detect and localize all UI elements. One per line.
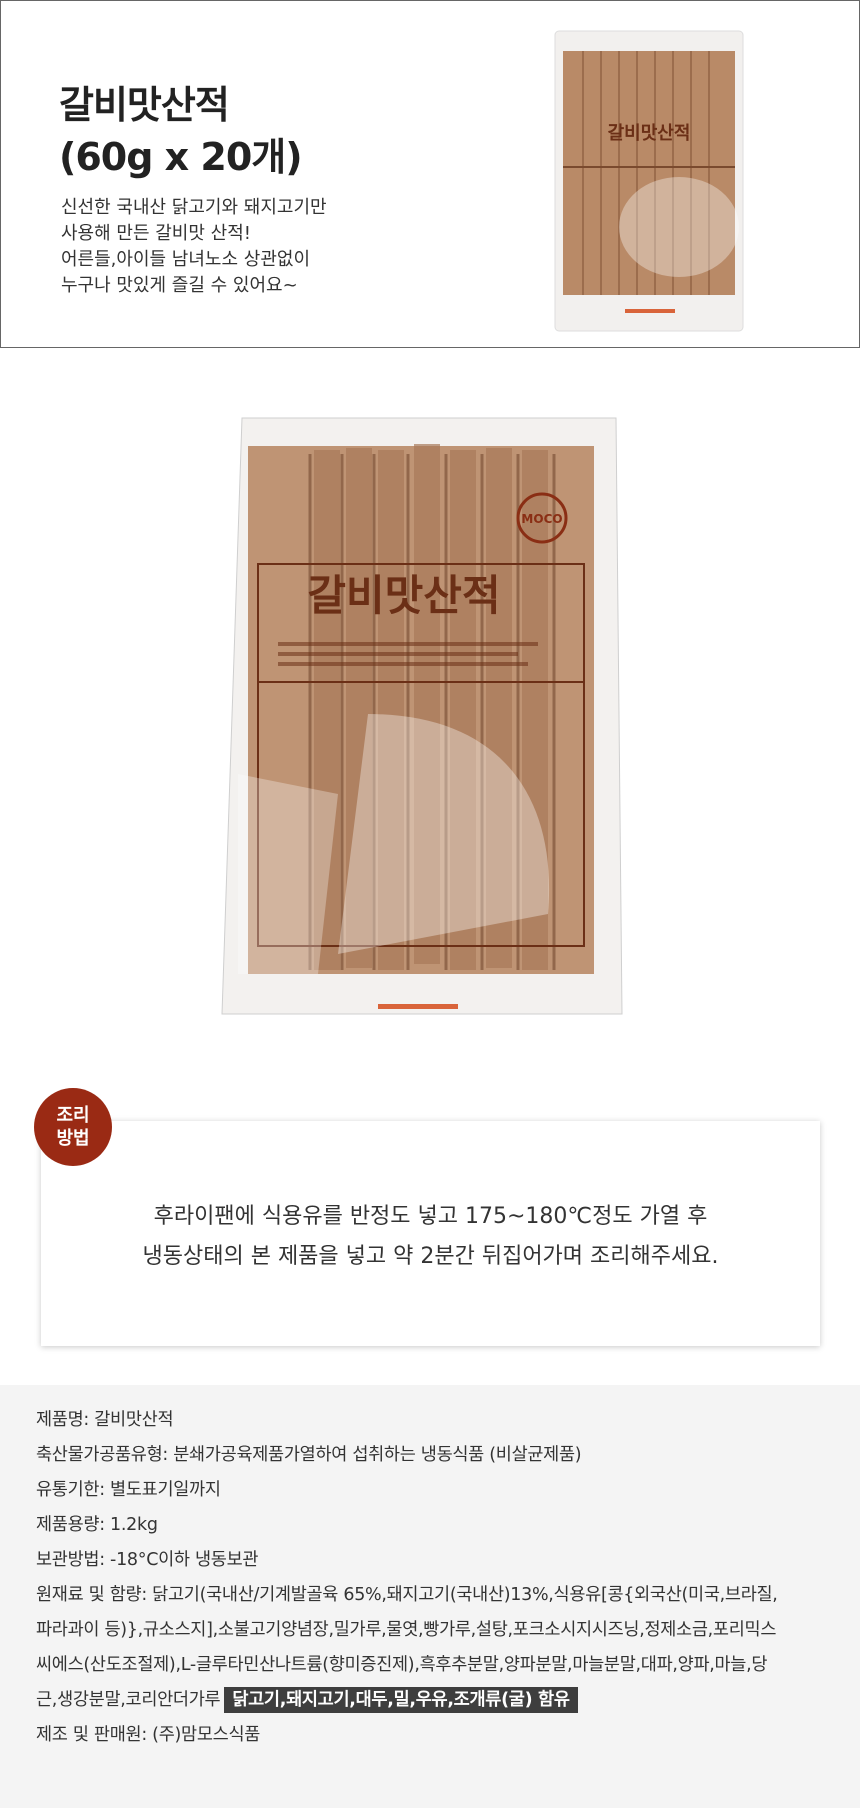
product-description: 신선한 국내산 닭고기와 돼지고기만 사용해 만든 갈비맛 산적! 어른들,아이… bbox=[61, 195, 327, 299]
product-title-spec: (60g x 20개) bbox=[59, 135, 303, 179]
description-line: 사용해 만든 갈비맛 산적! bbox=[61, 223, 251, 244]
info-ingredients-line: 원재료 및 함량: 닭고기(국내산/기계발골육 65%,돼지고기(국내산)13%… bbox=[36, 1585, 778, 1605]
badge-line: 방법 bbox=[56, 1128, 90, 1149]
info-product-type: 축산물가공품유형: 분쇄가공육제품가열하여 섭취하는 냉동식품 (비살균제품) bbox=[36, 1445, 582, 1465]
cooking-instructions: 후라이팬에 식용유를 반정도 넣고 175~180℃정도 가열 후 냉동상태의 … bbox=[41, 1197, 820, 1277]
info-ingredients-line: 씨에스(산도조절제),L-글루타민산나트륨(향미증진제),흑후추분말,양파분말,… bbox=[36, 1655, 768, 1675]
info-ingredients-line: 파라과이 등)},규소스지],소불고기양념장,밀가루,물엿,빵가루,설탕,포크소… bbox=[36, 1620, 777, 1640]
info-volume: 제품용량: 1.2kg bbox=[36, 1515, 158, 1535]
product-header: 갈비맛산적 (60g x 20개) 신선한 국내산 닭고기와 돼지고기만 사용해… bbox=[0, 0, 860, 348]
product-photo-small: 갈비맛산적 bbox=[554, 30, 744, 332]
instruction-line: 냉동상태의 본 제품을 넣고 약 2분간 뒤집어가며 조리해주세요. bbox=[142, 1244, 719, 1269]
ingredients-tail: 근,생강분말,코리안더가루 bbox=[36, 1690, 221, 1710]
package-label: 갈비맛산적 bbox=[608, 122, 691, 144]
info-product-name: 제품명: 갈비맛산적 bbox=[36, 1410, 174, 1430]
package-label: 갈비맛산적 bbox=[307, 571, 500, 620]
cooking-method-badge: 조리 방법 bbox=[34, 1088, 112, 1166]
info-expiry: 유통기한: 별도표기일까지 bbox=[36, 1480, 221, 1500]
brand-logo-text: MOCO bbox=[521, 512, 562, 526]
info-manufacturer: 제조 및 판매원: (주)맘모스식품 bbox=[36, 1725, 261, 1745]
cooking-instructions-card: 후라이팬에 식용유를 반정도 넣고 175~180℃정도 가열 후 냉동상태의 … bbox=[41, 1121, 820, 1346]
info-storage: 보관방법: -18°C이하 냉동보관 bbox=[36, 1550, 259, 1570]
product-info-section: 제품명: 갈비맛산적 축산물가공품유형: 분쇄가공육제품가열하여 섭취하는 냉동… bbox=[0, 1385, 860, 1808]
description-line: 신선한 국내산 닭고기와 돼지고기만 bbox=[61, 197, 327, 218]
product-info-list: 제품명: 갈비맛산적 축산물가공품유형: 분쇄가공육제품가열하여 섭취하는 냉동… bbox=[36, 1403, 858, 1753]
product-title: 갈비맛산적 (60g x 20개) bbox=[59, 79, 303, 183]
description-line: 어른들,아이들 남녀노소 상관없이 bbox=[61, 249, 311, 270]
product-photo-large: MOCO 갈비맛산적 bbox=[221, 417, 623, 1015]
allergen-badge: 닭고기,돼지고기,대두,밀,우유,조개류(굴) 함유 bbox=[224, 1687, 578, 1713]
info-ingredients-line: 근,생강분말,코리안더가루 닭고기,돼지고기,대두,밀,우유,조개류(굴) 함유 bbox=[36, 1683, 858, 1718]
badge-line: 조리 bbox=[56, 1105, 90, 1126]
product-title-name: 갈비맛산적 bbox=[59, 83, 230, 127]
description-line: 누구나 맛있게 즐길 수 있어요~ bbox=[61, 275, 298, 296]
instruction-line: 후라이팬에 식용유를 반정도 넣고 175~180℃정도 가열 후 bbox=[153, 1204, 708, 1229]
